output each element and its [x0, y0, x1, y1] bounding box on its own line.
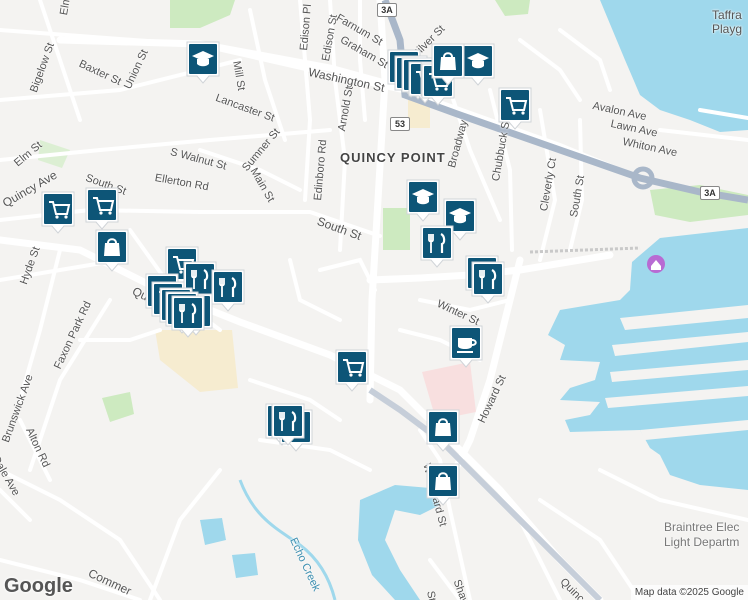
route-shield: 3A: [700, 186, 720, 200]
shopping-cart-icon: [85, 187, 119, 230]
shopping-bag-icon: [95, 229, 129, 272]
poi-pin-restaurant[interactable]: [210, 268, 246, 312]
poi-pin-shopping-cart[interactable]: [84, 186, 120, 230]
shopping-bag-icon: [431, 43, 465, 86]
poi-pin-shopping-bag[interactable]: [425, 408, 461, 452]
poi-pin-school[interactable]: [185, 40, 221, 84]
poi-pin-shopping-cart[interactable]: [334, 348, 370, 392]
poi-pin-restaurant[interactable]: [170, 294, 206, 338]
poi-pin-shopping-cart[interactable]: [497, 86, 533, 130]
route-shield: 53: [390, 117, 410, 131]
shopping-bag-icon: [426, 409, 460, 452]
restaurant-icon: [420, 225, 454, 268]
shopping-cart-icon: [498, 87, 532, 130]
route-shield: 3A: [377, 3, 397, 17]
place-label: Taffra: [712, 8, 742, 22]
poi-pin-shopping-bag[interactable]: [94, 228, 130, 272]
neighborhood-label: QUINCY POINT: [340, 150, 446, 165]
restaurant-icon: [471, 261, 505, 304]
poi-pin-restaurant[interactable]: [419, 224, 455, 268]
school-icon: [406, 179, 440, 222]
map-canvas[interactable]: Elm St Bigelow St Baxter St Union St Mil…: [0, 0, 748, 600]
poi-pin-school[interactable]: [405, 178, 441, 222]
shopping-cart-icon: [335, 349, 369, 392]
google-logo[interactable]: Google: [4, 575, 73, 598]
poi-pin-restaurant[interactable]: [470, 260, 506, 304]
restaurant-icon: [171, 295, 205, 338]
poi-pin-shopping-bag[interactable]: [430, 42, 466, 86]
coffee-icon: [449, 325, 483, 368]
restaurant-icon: [271, 403, 305, 446]
place-label: Light Departm: [664, 535, 740, 549]
street-label: St: [424, 590, 438, 600]
shopping-bag-icon: [426, 463, 460, 506]
poi-pin-shopping-cart[interactable]: [40, 190, 76, 234]
shopping-cart-icon: [41, 191, 75, 234]
school-icon: [186, 41, 220, 84]
poi-pin-restaurant[interactable]: [270, 402, 306, 446]
poi-pin-coffee[interactable]: [448, 324, 484, 368]
place-label: Playg: [712, 22, 743, 36]
restaurant-icon: [211, 269, 245, 312]
poi-pin-shopping-bag[interactable]: [425, 462, 461, 506]
place-label: Braintree Elec: [664, 520, 740, 534]
map-attribution: Map data ©2025 Google: [630, 585, 748, 600]
